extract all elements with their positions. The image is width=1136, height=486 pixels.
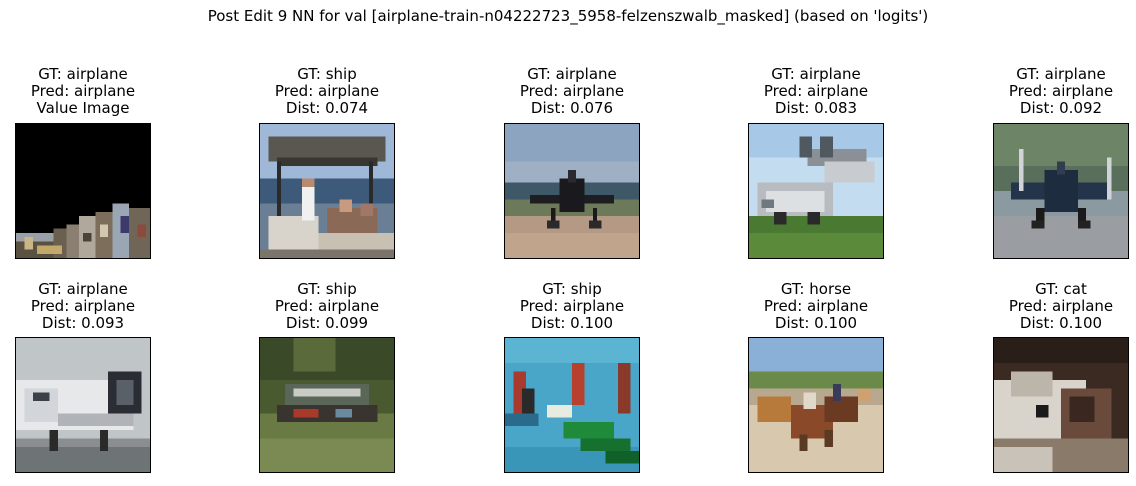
panel-caption: GT: airplane Pred: airplane Dist: 0.083 (688, 66, 944, 117)
panel-caption: GT: horse Pred: airplane Dist: 0.100 (688, 281, 944, 332)
caption-distance: Dist: 0.100 (530, 314, 614, 332)
caption-prediction: Pred: airplane (274, 297, 380, 315)
caption-ground-truth: GT: airplane (771, 65, 861, 83)
caption-prediction: Pred: airplane (1008, 297, 1114, 315)
neighbor-image-6 (259, 337, 395, 473)
panel-caption: GT: ship Pred: airplane Dist: 0.099 (199, 281, 455, 332)
caption-distance: Dist: 0.074 (285, 99, 369, 117)
query-image (15, 123, 151, 259)
panel-caption: GT: airplane Pred: airplane Dist: 0.093 (0, 281, 211, 332)
caption-ground-truth: GT: horse (780, 280, 852, 298)
caption-ground-truth: GT: ship (297, 65, 357, 83)
caption-distance: Dist: 0.100 (774, 314, 858, 332)
caption-ground-truth: GT: airplane (38, 280, 128, 298)
panel-caption: GT: airplane Pred: airplane Dist: 0.076 (444, 66, 700, 117)
neighbor-image-8 (748, 337, 884, 473)
caption-ground-truth: GT: ship (297, 280, 357, 298)
panel-caption: GT: ship Pred: airplane Dist: 0.100 (444, 281, 700, 332)
caption-prediction: Pred: airplane (763, 297, 869, 315)
panel-caption: GT: airplane Pred: airplane Value Image (0, 66, 211, 117)
panel-caption: GT: ship Pred: airplane Dist: 0.074 (199, 66, 455, 117)
caption-ground-truth: GT: ship (542, 280, 602, 298)
caption-prediction: Pred: airplane (274, 82, 380, 100)
caption-distance: Dist: 0.100 (1019, 314, 1103, 332)
caption-detail: Value Image (36, 99, 130, 117)
panel-caption: GT: cat Pred: airplane Dist: 0.100 (933, 281, 1136, 332)
neighbor-image-1 (259, 123, 395, 259)
caption-ground-truth: GT: cat (1035, 280, 1087, 298)
caption-prediction: Pred: airplane (519, 297, 625, 315)
caption-prediction: Pred: airplane (763, 82, 869, 100)
neighbor-image-7 (504, 337, 640, 473)
caption-ground-truth: GT: airplane (38, 65, 128, 83)
caption-distance: Dist: 0.076 (530, 99, 614, 117)
panel-caption: GT: airplane Pred: airplane Dist: 0.092 (933, 66, 1136, 117)
caption-ground-truth: GT: airplane (1016, 65, 1106, 83)
caption-prediction: Pred: airplane (30, 297, 136, 315)
neighbor-image-5 (15, 337, 151, 473)
caption-distance: Dist: 0.099 (285, 314, 369, 332)
neighbor-image-2 (504, 123, 640, 259)
caption-prediction: Pred: airplane (30, 82, 136, 100)
caption-distance: Dist: 0.092 (1019, 99, 1103, 117)
caption-ground-truth: GT: airplane (527, 65, 617, 83)
caption-prediction: Pred: airplane (1008, 82, 1114, 100)
caption-distance: Dist: 0.083 (774, 99, 858, 117)
caption-prediction: Pred: airplane (519, 82, 625, 100)
neighbor-image-3 (748, 123, 884, 259)
figure-title: Post Edit 9 NN for val [airplane-train-n… (207, 7, 929, 25)
neighbor-image-4 (993, 123, 1129, 259)
caption-distance: Dist: 0.093 (41, 314, 125, 332)
neighbor-image-9 (993, 337, 1129, 473)
